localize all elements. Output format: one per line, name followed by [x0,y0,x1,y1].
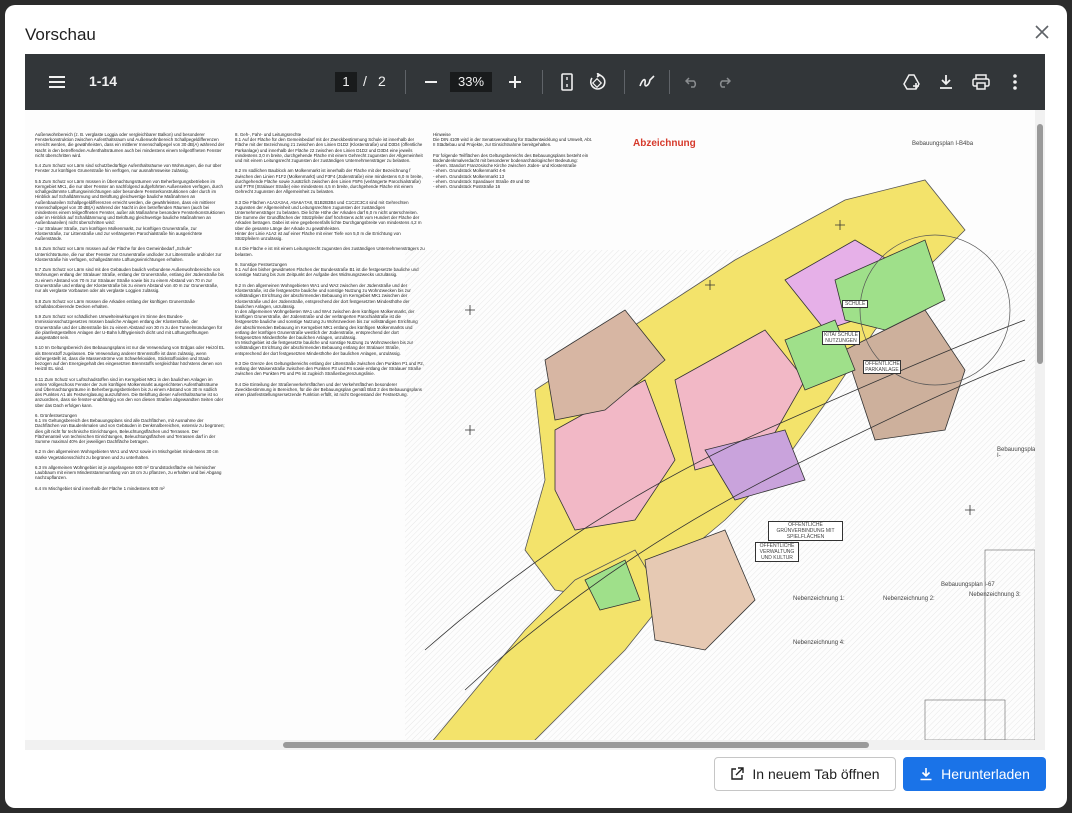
plan-label-nebenzeichnung-4: Nebenzeichnung 4: [793,640,845,646]
menu-icon [49,76,65,88]
redo-button[interactable] [713,54,735,110]
rotate-button[interactable] [583,54,611,110]
download-label: Herunterladen [941,766,1030,782]
plan-label-nebenzeichnung-1: Nebenzeichnung 1: [793,596,845,602]
fit-page-icon [561,73,573,91]
page-separator: / [363,73,367,89]
page-number-input[interactable]: 1 [335,72,357,92]
add-to-drive-button[interactable] [899,54,925,110]
annotate-button[interactable] [634,54,660,110]
undo-button[interactable] [681,54,703,110]
rotate-icon [589,73,606,90]
undo-icon [685,77,697,88]
close-button[interactable] [1031,21,1053,43]
plan-label-right-lower: Bebauungsplan I-67 [941,582,995,588]
close-icon [1035,25,1049,39]
download-button[interactable]: Herunterladen [903,757,1046,791]
plus-icon [509,76,521,88]
toolbar-divider [669,70,670,94]
open-in-new-tab-label: In neuem Tab öffnen [752,766,880,782]
site-plan-drawing [405,179,1035,740]
dialog-title: Vorschau [25,25,96,44]
pdf-viewer: 1-14 1 / 2 33% Außenwohnbereich (z. B. v… [25,54,1045,750]
plan-label-parkanlage: ÖFFENTLICHE PARKANLAGE [863,360,901,374]
plan-label-nebenzeichnung-3: Nebenzeichnung 3: [969,592,1021,598]
plan-label-nebenzeichnung-2: Nebenzeichnung 2: [883,596,935,602]
drive-add-icon [903,74,920,90]
zoom-in-button[interactable] [503,54,527,110]
download-icon [920,768,932,781]
plan-label-top-right: Bebauungsplan I-B4ba [912,141,974,147]
zoom-out-button[interactable] [419,54,443,110]
plan-label-grunverbindung: ÖFFENTLICHE GRÜNVERBINDUNG MIT SPIELFLÄC… [768,521,843,541]
menu-button[interactable] [43,54,71,110]
pdf-toolbar: 1-14 1 / 2 33% [25,54,1045,110]
print-button[interactable] [968,54,994,110]
redo-icon [719,77,731,88]
download-toolbar-button[interactable] [933,54,959,110]
dialog-footer: In neuem Tab öffnen Herunterladen [5,757,1067,797]
plan-label-kita: KITA/ SCHULE NUTZUNGEN [822,331,860,345]
text-column-1: Außenwohnbereich (z. B. verglaste Loggia… [35,132,225,491]
horizontal-scrollbar[interactable] [25,740,1035,750]
open-in-new-tab-button[interactable]: In neuem Tab öffnen [714,757,896,791]
plan-label-verwaltung: ÖFFENTLICHE VERWALTUNG UND KULTUR [755,542,799,562]
minus-icon [425,81,437,83]
text-column-2: 8. Geh-, Fahr- und Leitungsrechte 8.1 Au… [235,132,425,398]
horizontal-scroll-thumb[interactable] [283,742,869,748]
preview-dialog: Vorschau 1-14 1 / 2 33% Außenwohnbereich… [5,5,1067,808]
more-vert-icon [1013,74,1017,90]
plan-label-right-mid: Bebauungsplan I- [997,447,1035,459]
pen-icon [639,75,655,87]
pdf-content-area[interactable]: Außenwohnbereich (z. B. verglaste Loggia… [25,110,1045,750]
open-in-new-icon [731,767,745,780]
pdf-page: Außenwohnbereich (z. B. verglaste Loggia… [25,110,1035,750]
zoom-level-input[interactable]: 33% [450,72,492,92]
vertical-scroll-thumb[interactable] [1037,124,1043,364]
toolbar-divider [542,70,543,94]
more-options-button[interactable] [1005,54,1025,110]
vertical-scrollbar[interactable] [1035,110,1045,750]
toolbar-divider [405,70,406,94]
download-icon [940,75,952,89]
page-total: 2 [378,73,386,89]
document-title: 1-14 [89,73,118,89]
print-icon [972,74,990,90]
plan-label-schule: SCHULE [842,300,869,308]
toolbar-divider [624,70,625,94]
fit-page-button[interactable] [554,54,580,110]
